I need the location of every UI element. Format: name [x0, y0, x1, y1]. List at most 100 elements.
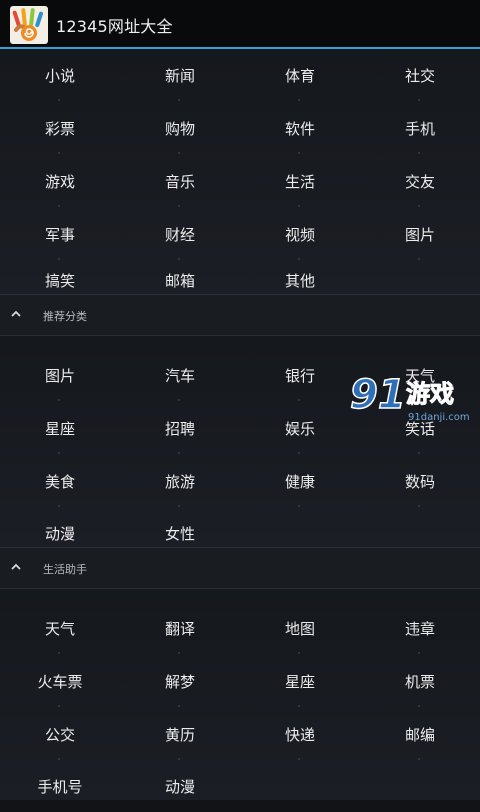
separator-dot [58, 152, 60, 154]
category-label: 旅游 [164, 472, 195, 491]
category-item[interactable]: 手机号 [0, 760, 120, 812]
category-item[interactable]: 汽车 [120, 349, 240, 401]
category-item[interactable]: 星座 [0, 402, 120, 454]
separator-dot [58, 399, 60, 401]
category-label: 解梦 [164, 672, 195, 691]
category-item[interactable]: 美食 [0, 455, 120, 507]
category-item[interactable]: 图片 [360, 208, 480, 260]
category-label: 其他 [284, 271, 315, 290]
category-item[interactable]: 翻译 [120, 602, 240, 654]
category-item[interactable]: 地图 [240, 602, 360, 654]
category-label: 游戏 [44, 172, 75, 191]
category-item[interactable]: 天气 [0, 602, 120, 654]
category-item[interactable]: 星座 [240, 655, 360, 707]
category-item[interactable]: 生活 [240, 155, 360, 207]
category-item[interactable]: 旅游 [120, 455, 240, 507]
category-item[interactable]: 小说 [0, 49, 120, 101]
category-item[interactable]: 彩票 [0, 102, 120, 154]
app-logo-hand-icon[interactable] [10, 6, 48, 44]
category-item[interactable]: 解梦 [120, 655, 240, 707]
category-item[interactable]: 社交 [360, 49, 480, 101]
category-item[interactable]: 招聘 [120, 402, 240, 454]
category-item[interactable]: 财经 [120, 208, 240, 260]
separator-dot [418, 205, 420, 207]
section-header-life[interactable]: 生活助手 [0, 547, 480, 589]
category-item[interactable]: 音乐 [120, 155, 240, 207]
category-label: 招聘 [164, 419, 195, 438]
chevron-up-icon [11, 563, 21, 570]
category-label: 数码 [404, 472, 435, 491]
category-label: 火车票 [37, 672, 83, 691]
separator-dot [58, 705, 60, 707]
category-item[interactable]: 体育 [240, 49, 360, 101]
section-title: 生活助手 [43, 563, 87, 576]
separator-dot [178, 99, 180, 101]
category-label: 音乐 [164, 172, 195, 191]
life-helper-grid: 天气 翻译 地图 违章 火车票 解梦 星座 机票 公交 黄历 快递 邮编 手机号… [0, 589, 480, 800]
category-item[interactable]: 银行 [240, 349, 360, 401]
separator-dot [58, 205, 60, 207]
app-title: 12345网址大全 [56, 17, 173, 36]
category-item[interactable]: 火车票 [0, 655, 120, 707]
category-item[interactable]: 软件 [240, 102, 360, 154]
category-label: 女性 [164, 524, 195, 543]
category-item[interactable]: 视频 [240, 208, 360, 260]
separator-dot [298, 205, 300, 207]
separator-dot [418, 652, 420, 654]
separator-dot [418, 705, 420, 707]
category-label: 公交 [44, 725, 75, 744]
separator-dot [58, 452, 60, 454]
category-item[interactable]: 机票 [360, 655, 480, 707]
category-label: 黄历 [164, 725, 195, 744]
category-item[interactable]: 新闻 [120, 49, 240, 101]
separator-dot [58, 652, 60, 654]
watermark-mark: 91 [350, 372, 406, 418]
separator-dot [178, 205, 180, 207]
category-label: 彩票 [44, 119, 75, 138]
category-label: 手机 [404, 119, 435, 138]
separator-dot [418, 99, 420, 101]
category-item[interactable]: 游戏 [0, 155, 120, 207]
category-label: 小说 [44, 66, 75, 85]
separator-dot [58, 99, 60, 101]
category-item[interactable]: 邮编 [360, 708, 480, 760]
category-label: 动漫 [164, 777, 195, 796]
category-item[interactable]: 数码 [360, 455, 480, 507]
separator-dot [298, 758, 300, 760]
separator-dot [178, 452, 180, 454]
separator-dot [298, 399, 300, 401]
watermark-logo: 91 游戏 91danji.com [348, 368, 480, 430]
category-item[interactable]: 娱乐 [240, 402, 360, 454]
category-item[interactable]: 手机 [360, 102, 480, 154]
category-item[interactable]: 图片 [0, 349, 120, 401]
category-label: 银行 [284, 366, 315, 385]
separator-dot [418, 758, 420, 760]
category-label: 社交 [404, 66, 435, 85]
category-item[interactable]: 交友 [360, 155, 480, 207]
category-label: 财经 [164, 225, 195, 244]
separator-dot [298, 652, 300, 654]
category-item[interactable]: 购物 [120, 102, 240, 154]
category-item[interactable]: 违章 [360, 602, 480, 654]
separator-dot [298, 705, 300, 707]
category-label: 图片 [44, 366, 75, 385]
separator-dot [178, 399, 180, 401]
category-item[interactable]: 快递 [240, 708, 360, 760]
separator-dot [298, 505, 300, 507]
separator-dot [418, 258, 420, 260]
action-bar: 12345网址大全 [0, 0, 480, 49]
separator-dot [418, 505, 420, 507]
category-label: 搞笑 [44, 271, 75, 290]
chevron-up-icon [11, 310, 21, 317]
section-header-recommend[interactable]: 推荐分类 [0, 294, 480, 336]
category-item[interactable]: 健康 [240, 455, 360, 507]
category-label: 邮箱 [164, 271, 195, 290]
category-item[interactable]: 军事 [0, 208, 120, 260]
category-label: 软件 [284, 119, 315, 138]
category-item[interactable]: 黄历 [120, 708, 240, 760]
category-item[interactable]: 动漫 [120, 760, 240, 812]
category-label: 汽车 [164, 366, 195, 385]
top-category-grid: 小说 新闻 体育 社交 彩票 购物 软件 手机 游戏 音乐 生活 交友 军事 财… [0, 49, 480, 294]
separator-dot [298, 152, 300, 154]
category-item[interactable]: 公交 [0, 708, 120, 760]
